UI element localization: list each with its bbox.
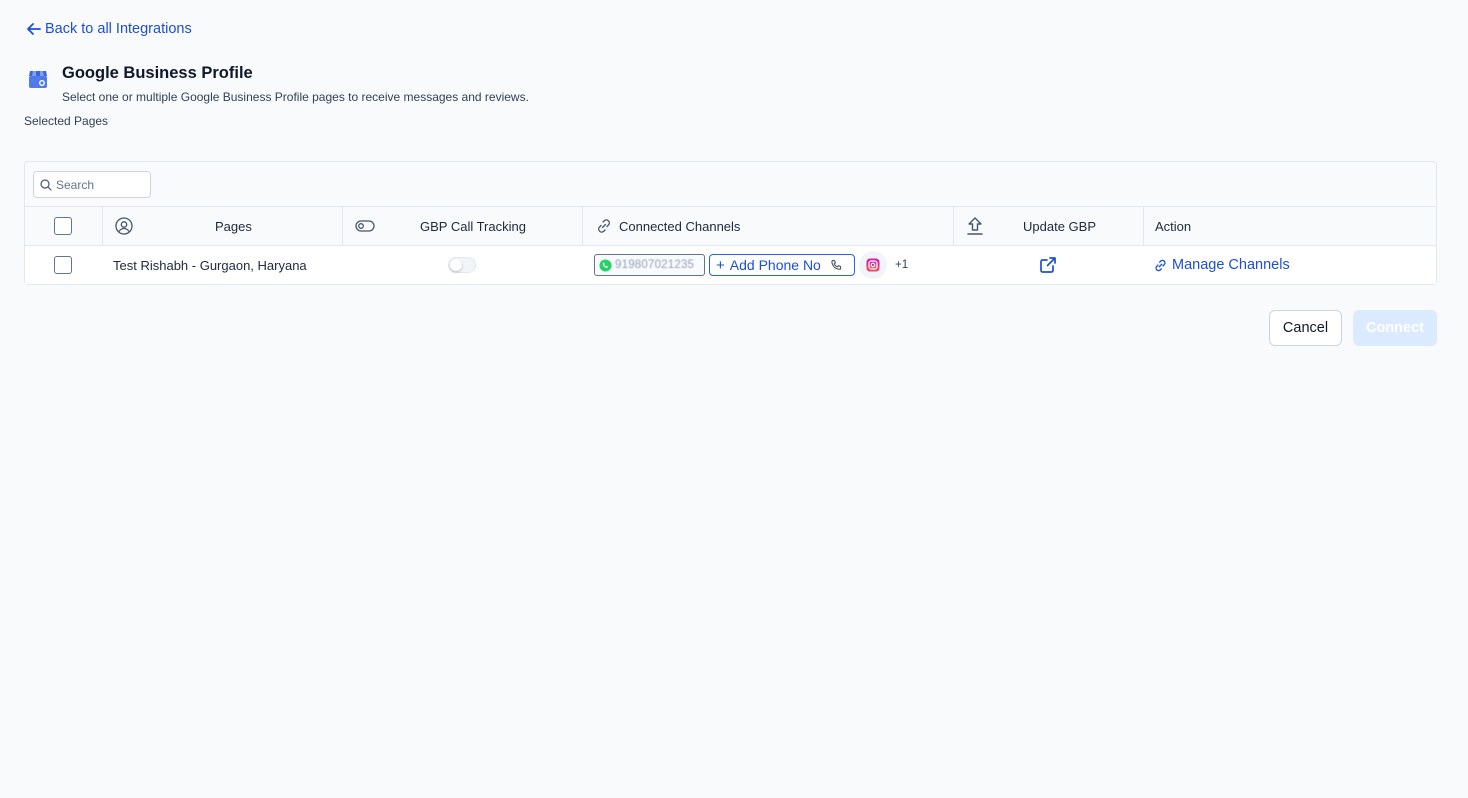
column-divider [342,207,343,245]
manage-channels-link[interactable]: Manage Channels [1153,257,1290,273]
link-icon [1155,259,1166,271]
whatsapp-channel-chip[interactable]: 919807021235 [594,254,705,276]
connect-button[interactable]: Connect [1353,310,1437,346]
toggle-icon [355,220,375,232]
connected-channels-column-header[interactable]: Connected Channels [619,219,740,234]
search-input[interactable] [56,177,146,192]
arrow-left-icon [27,23,41,35]
upload-icon [967,217,983,235]
action-cell: Manage Channels [1153,246,1290,284]
page-name: Test Rishabh - Gurgaon, Haryana [113,257,307,273]
row-select-cell [54,246,72,284]
tracking-column-icon-cell [355,207,375,245]
instagram-channel[interactable] [859,251,887,279]
column-divider [582,207,583,245]
column-divider [1143,207,1144,245]
google-business-profile-icon [29,71,47,88]
more-channels-count[interactable]: +1 [895,259,908,271]
whatsapp-number: 919807021235 [615,259,695,271]
cancel-button[interactable]: Cancel [1269,310,1342,346]
update-gbp-column-header[interactable]: Update GBP [1023,207,1096,245]
phone-icon [831,259,842,270]
pages-column-header[interactable]: Pages [215,207,252,245]
search-icon [40,178,52,191]
pages-table-card: Pages GBP Call Tracking Connected Channe… [24,161,1437,285]
page-subtitle: Select one or multiple Google Business P… [62,90,529,104]
manage-channels-label: Manage Channels [1172,257,1290,273]
selected-pages-label: Selected Pages [24,114,109,128]
page-title: Google Business Profile [62,64,253,82]
column-divider [102,207,103,245]
update-gbp-cell [1038,246,1058,284]
column-divider [953,207,954,245]
instagram-icon [866,258,880,272]
call-tracking-cell [448,246,476,284]
search-box[interactable] [33,171,151,198]
page-header: Google Business Profile Select one or mu… [28,63,529,104]
table-header: Pages GBP Call Tracking Connected Channe… [25,206,1436,246]
call-tracking-column-header[interactable]: GBP Call Tracking [420,207,526,245]
select-all-checkbox[interactable] [54,217,72,235]
row-checkbox[interactable] [54,256,72,274]
link-icon [598,219,610,233]
select-all-cell [54,207,72,245]
pages-column-icon-cell [115,207,133,245]
action-column-header[interactable]: Action [1155,207,1191,245]
plus-icon: + [716,256,725,274]
back-link-label: Back to all Integrations [45,21,192,37]
table-row: Test Rishabh - Gurgaon, Haryana 91980702… [25,246,1436,284]
add-phone-label: Add Phone No [729,257,821,273]
connected-channels-header-cell: Connected Channels [595,207,740,245]
call-tracking-toggle[interactable] [448,257,476,273]
channels-cell: 919807021235 + Add Phone No +1 [594,246,908,284]
add-phone-button[interactable]: + Add Phone No [709,254,855,276]
whatsapp-icon [599,258,612,272]
external-link-icon[interactable] [1038,255,1058,275]
update-column-icon-cell [966,207,984,245]
back-to-integrations-link[interactable]: Back to all Integrations [26,21,192,37]
toggle-knob [450,259,462,271]
user-circle-icon [115,217,133,235]
